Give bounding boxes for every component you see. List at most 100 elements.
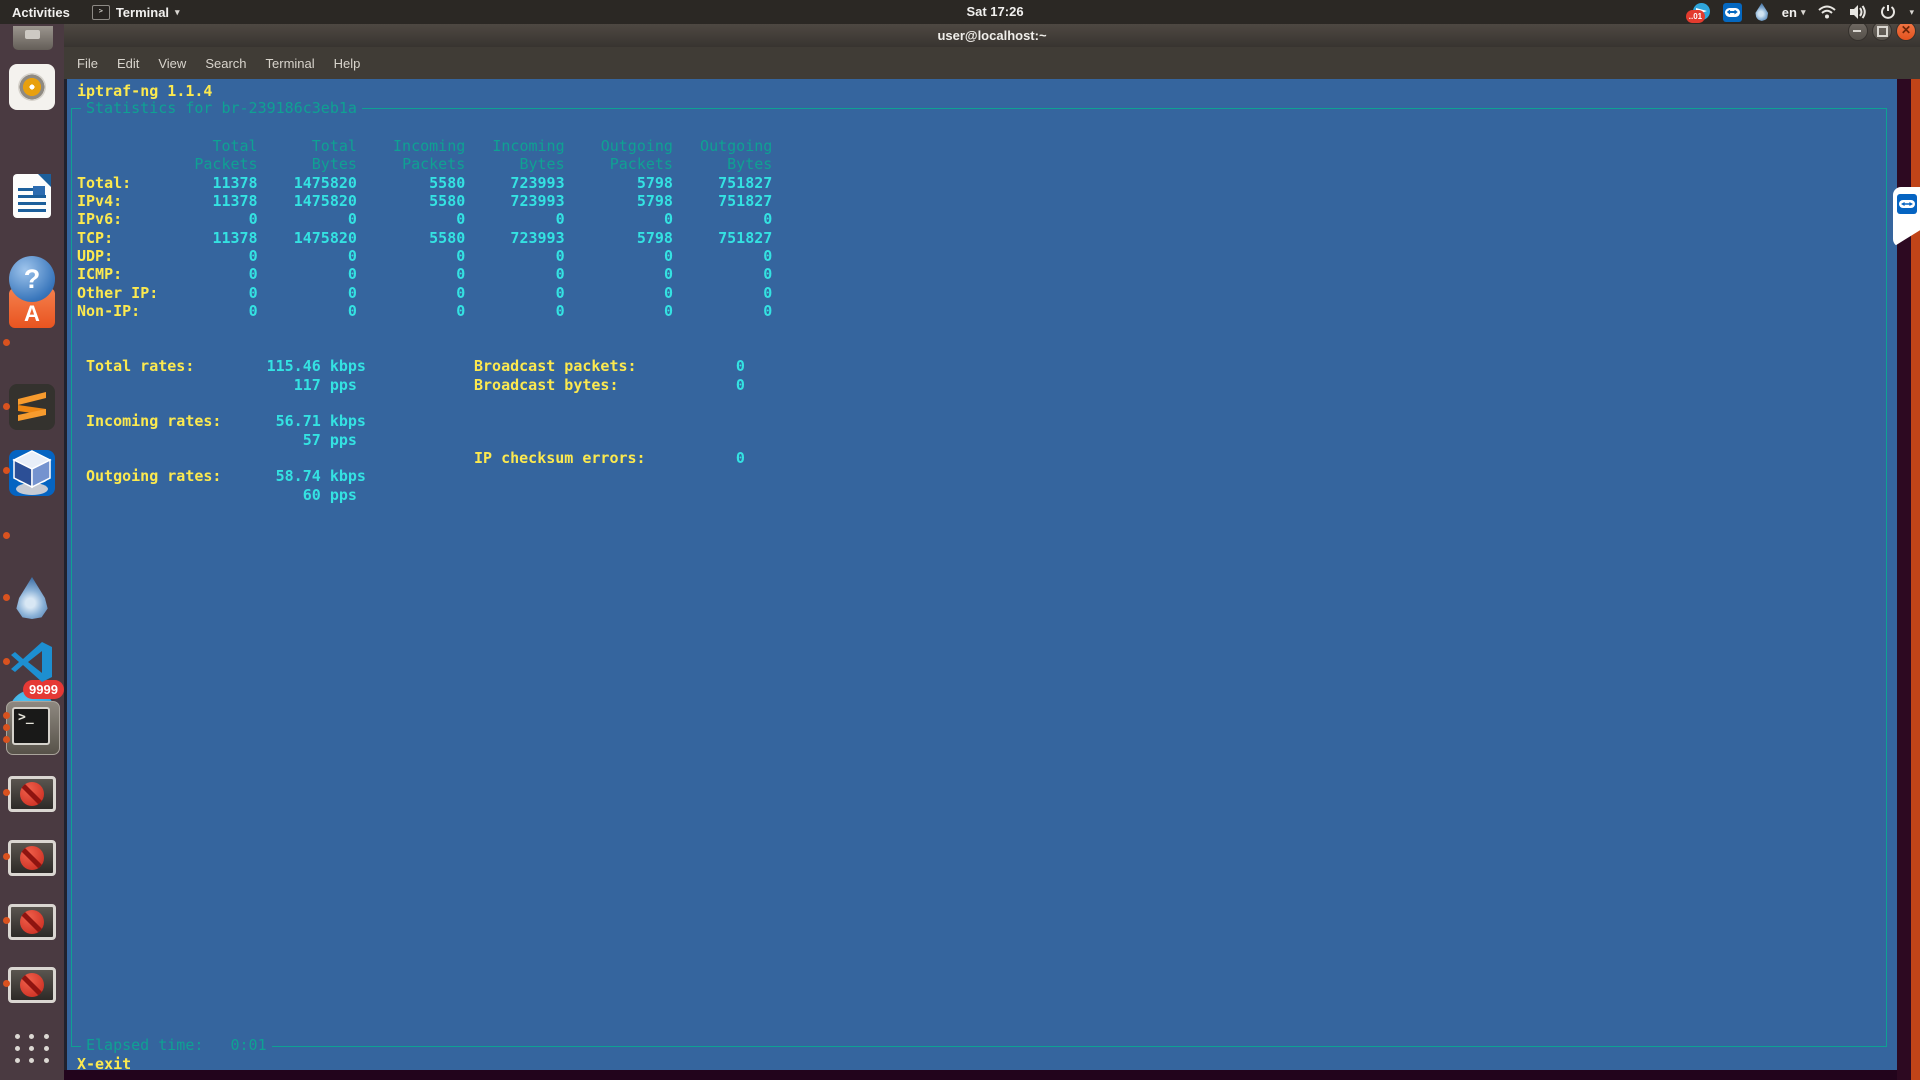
blocked-app-dock-icon[interactable] xyxy=(8,904,56,940)
maximize-icon xyxy=(1877,26,1888,37)
language-indicator[interactable]: en ▾ xyxy=(1782,5,1806,20)
minimize-button[interactable] xyxy=(1848,21,1868,41)
terminal-app-icon: > xyxy=(92,5,110,20)
window-titlebar[interactable]: user@localhost:~ ✕ xyxy=(64,24,1920,47)
running-dot xyxy=(3,467,10,474)
window-thumbnail-detail xyxy=(25,30,40,39)
total-rates-line: Total rates:115.46 kbps xyxy=(86,357,366,375)
table-row: UDP:000000 xyxy=(77,247,772,265)
table-row: TCP:11378147582055807239935798751827 xyxy=(77,229,772,247)
wifi-icon[interactable] xyxy=(1818,4,1836,20)
screen: Activities > Terminal ▾ Sat 17:26 ..01 e… xyxy=(0,0,1920,1080)
doc-line xyxy=(18,188,34,191)
statistics-box-title: Statistics for br-239186c3eb1a xyxy=(81,99,362,117)
speaker-icon xyxy=(18,73,46,101)
running-dot xyxy=(3,724,10,731)
terminal-dock-icon[interactable]: >_ xyxy=(12,707,50,745)
ip-checksum-line: IP checksum errors:0 xyxy=(474,449,745,467)
table-header-row-1: TotalTotalIncomingIncomingOutgoingOutgoi… xyxy=(77,137,772,155)
libreoffice-writer-dock-icon[interactable] xyxy=(13,174,51,218)
terminal-prompt-icon: >_ xyxy=(18,710,34,725)
close-button[interactable]: ✕ xyxy=(1896,21,1916,41)
telegram-tray-icon[interactable]: ..01 xyxy=(1690,2,1710,22)
chevron-down-icon[interactable]: ▾ xyxy=(1909,7,1914,18)
menu-search[interactable]: Search xyxy=(205,56,246,71)
volume-icon[interactable] xyxy=(1849,4,1867,20)
iptraf-title: iptraf-ng 1.1.4 xyxy=(77,82,212,100)
incoming-rates-line: Incoming rates:56.71 kbps xyxy=(86,412,366,430)
menu-edit[interactable]: Edit xyxy=(117,56,139,71)
terminal-content[interactable]: Statistics for br-239186c3eb1a iptraf-ng… xyxy=(64,79,1897,1070)
broadcast-bytes-line: Broadcast bytes:0 xyxy=(474,376,745,394)
window-title: user@localhost:~ xyxy=(937,28,1046,43)
blocked-app-dock-icon[interactable] xyxy=(8,967,56,1003)
no-entry-icon xyxy=(20,846,44,870)
top-bar: Activities > Terminal ▾ Sat 17:26 ..01 e… xyxy=(0,0,1920,24)
rhythmbox-dock-icon[interactable] xyxy=(9,64,55,110)
menu-file[interactable]: File xyxy=(77,56,98,71)
broadcast-packets-line: Broadcast packets:0 xyxy=(474,357,745,375)
chevron-down-icon: ▾ xyxy=(1801,7,1806,18)
menu-terminal[interactable]: Terminal xyxy=(266,56,315,71)
window-thumbnail-icon[interactable] xyxy=(13,26,53,50)
virtualbox-cube-icon xyxy=(9,447,55,497)
doc-line xyxy=(18,195,46,198)
running-dot xyxy=(3,403,10,410)
activities-button[interactable]: Activities xyxy=(12,5,70,20)
running-dot xyxy=(3,532,10,539)
menu-help[interactable]: Help xyxy=(334,56,361,71)
menu-view[interactable]: View xyxy=(158,56,186,71)
running-dot xyxy=(3,789,10,796)
doc-image xyxy=(33,186,45,195)
blocked-app-dock-icon[interactable] xyxy=(8,840,56,876)
blocked-app-dock-icon[interactable] xyxy=(8,776,56,812)
vscode-dock-icon[interactable] xyxy=(9,639,55,685)
incoming-pps-line: 57 pps xyxy=(86,431,357,449)
outgoing-pps-line: 60 pps xyxy=(86,486,357,504)
running-dot xyxy=(3,736,10,743)
table-row: IPv6:000000 xyxy=(77,210,772,228)
table-row: ICMP:000000 xyxy=(77,265,772,283)
menu-bar: File Edit View Search Terminal Help xyxy=(64,47,1920,79)
table-row: Total:11378147582055807239935798751827 xyxy=(77,174,772,192)
question-mark-icon: ? xyxy=(24,264,41,294)
no-entry-icon xyxy=(20,782,44,806)
doc-line xyxy=(18,209,46,212)
telegram-tray-badge: ..01 xyxy=(1686,10,1705,23)
teamviewer-tray-icon[interactable] xyxy=(1723,3,1742,22)
sublime-text-dock-icon[interactable] xyxy=(9,384,55,430)
minimize-icon xyxy=(1853,30,1861,32)
app-menu-button[interactable]: > Terminal ▾ xyxy=(92,5,180,20)
close-icon: ✕ xyxy=(1897,22,1915,40)
virtualbox-dock-icon[interactable] xyxy=(9,447,55,493)
running-dot xyxy=(3,339,10,346)
no-entry-icon xyxy=(20,910,44,934)
running-dot xyxy=(3,594,10,601)
sublime-s-icon xyxy=(16,389,48,425)
app-menu-label: Terminal xyxy=(116,5,169,20)
language-code: en xyxy=(1782,5,1797,20)
deluge-dock-icon[interactable] xyxy=(9,575,55,621)
dock: A ? 9999 xyxy=(0,24,64,1080)
running-dot xyxy=(3,853,10,860)
help-dock-icon[interactable]: ? xyxy=(9,256,55,302)
running-dot xyxy=(3,712,10,719)
exit-hint: X-exit xyxy=(77,1055,131,1073)
running-dot xyxy=(3,658,10,665)
clock[interactable]: Sat 17:26 xyxy=(930,0,1060,24)
outgoing-rates-line: Outgoing rates:58.74 kbps xyxy=(86,467,366,485)
table-row: Non-IP:000000 xyxy=(77,302,772,320)
show-applications-button[interactable] xyxy=(14,1030,50,1066)
running-dot xyxy=(3,980,10,987)
table-row: Other IP:000000 xyxy=(77,284,772,302)
water-drop-icon xyxy=(15,577,49,619)
power-icon[interactable] xyxy=(1880,4,1896,20)
table-row: IPv4:11378147582055807239935798751827 xyxy=(77,192,772,210)
table-header-row-2: PacketsBytesPacketsBytesPacketsBytes xyxy=(77,155,772,173)
deluge-tray-icon[interactable] xyxy=(1755,3,1769,21)
vscode-icon xyxy=(9,639,55,685)
elapsed-time-label: Elapsed time: 0:01 xyxy=(81,1036,272,1054)
chevron-down-icon: ▾ xyxy=(175,7,180,18)
doc-line xyxy=(18,202,46,205)
maximize-button[interactable] xyxy=(1872,21,1892,41)
